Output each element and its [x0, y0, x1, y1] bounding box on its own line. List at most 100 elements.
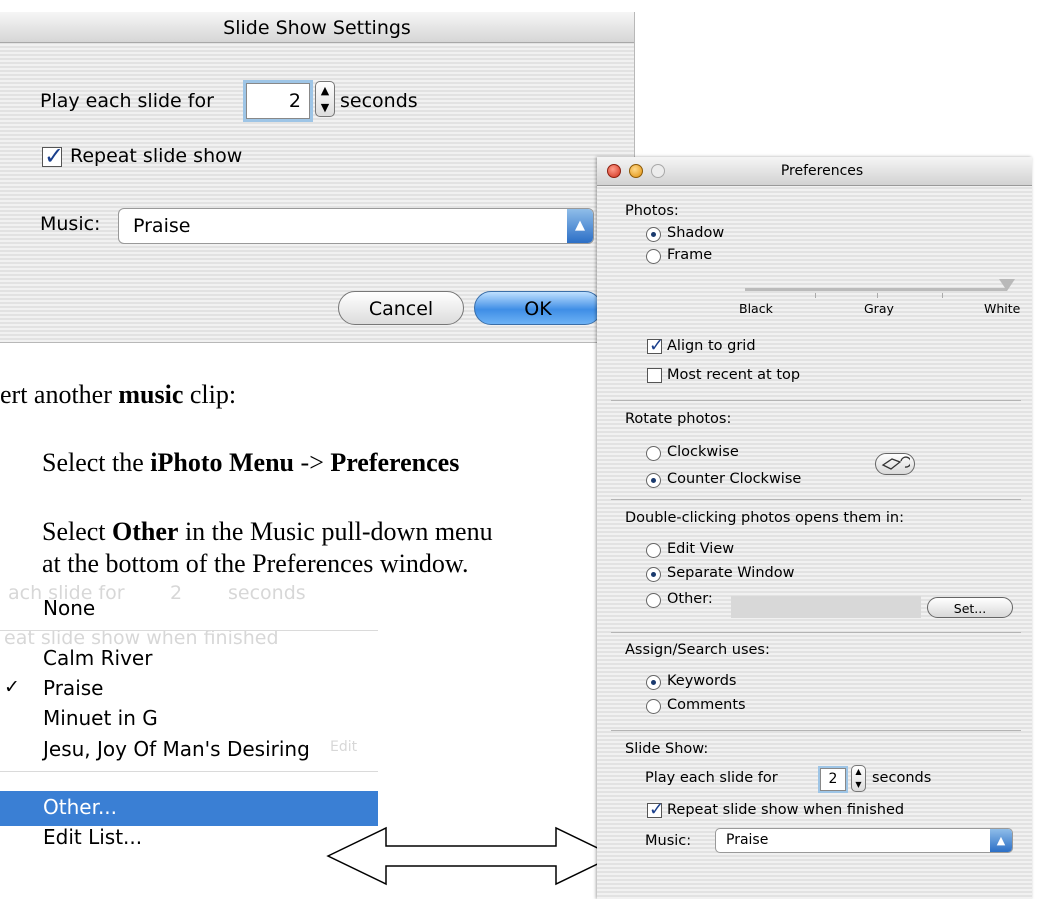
other-app-radio[interactable] — [646, 593, 661, 608]
music-popup-menu[interactable]: Praise ▲ — [118, 208, 594, 244]
frame-label: Frame — [667, 247, 713, 263]
prefs-music-popup-value: Praise — [726, 832, 769, 848]
prefs-repeat-checkbox[interactable]: ✓ — [647, 799, 664, 820]
menu-item-minuet[interactable]: Minuet in G — [43, 706, 158, 730]
menu-divider — [0, 630, 378, 631]
slider-label-gray: Gray — [864, 301, 894, 316]
menu-item-calm-river[interactable]: Calm River — [43, 646, 152, 670]
shadow-label: Shadow — [667, 225, 725, 241]
clockwise-radio[interactable] — [646, 446, 661, 461]
step-2-line-2: at the bottom of the Preferences window. — [42, 549, 469, 578]
repeat-slideshow-checkbox[interactable]: ✓ — [42, 142, 64, 170]
assign-search-section-label: Assign/Search uses: — [625, 642, 770, 658]
counter-clockwise-label: Counter Clockwise — [667, 471, 802, 487]
step-1-bold: Preferences — [330, 448, 460, 477]
most-recent-checkbox[interactable] — [647, 368, 662, 383]
ghost-edit: Edit — [330, 739, 358, 755]
prefs-play-label: Play each slide for — [645, 770, 778, 786]
checkmark-icon: ✓ — [4, 676, 20, 698]
popup-arrows-icon: ▲ — [990, 829, 1012, 852]
double-click-section-label: Double-clicking photos opens them in: — [625, 510, 905, 526]
keywords-label: Keywords — [667, 673, 737, 689]
separate-window-radio[interactable] — [646, 567, 661, 582]
edit-view-radio[interactable] — [646, 543, 661, 558]
music-menu-screenshot: ach slide for 2 seconds eat slide show w… — [0, 580, 378, 899]
menu-item-edit-list[interactable]: Edit List... — [43, 825, 142, 849]
ghost-seconds: seconds — [228, 582, 306, 604]
frame-color-slider-thumb[interactable] — [999, 279, 1015, 291]
prefs-music-popup-menu[interactable]: Praise ▲ — [715, 828, 1013, 853]
instruction-text: ert another — [0, 380, 119, 409]
music-popup-value: Praise — [133, 215, 191, 237]
checkmark-icon: ✓ — [44, 142, 65, 170]
stepper-up-icon[interactable]: ▲ — [316, 85, 334, 96]
slider-tick — [942, 293, 943, 298]
align-to-grid-label: Align to grid — [667, 338, 756, 354]
prefs-seconds-label: seconds — [872, 770, 932, 786]
step-2-line-1: Select Other in the Music pull-down menu — [42, 517, 493, 547]
menu-item-none[interactable]: None — [43, 596, 95, 620]
comments-radio[interactable] — [646, 699, 661, 714]
play-duration-label: Play each slide for — [40, 90, 214, 112]
shadow-radio[interactable] — [646, 227, 661, 242]
section-divider — [611, 632, 1021, 633]
keywords-radio[interactable] — [646, 675, 661, 690]
other-app-path-field — [731, 596, 921, 618]
play-duration-input[interactable]: 2 — [246, 83, 310, 119]
clockwise-label: Clockwise — [667, 444, 739, 460]
sheet-title: Slide Show Settings — [223, 17, 411, 39]
set-button[interactable]: Set... — [927, 597, 1013, 618]
step-2-text: Select — [42, 517, 113, 546]
menu-divider — [0, 771, 378, 772]
rotate-preview-button[interactable] — [875, 453, 915, 475]
stepper-down-icon[interactable]: ▼ — [316, 102, 334, 113]
checkmark-icon: ✓ — [649, 335, 665, 356]
frame-radio[interactable] — [646, 249, 661, 264]
slider-label-white: White — [984, 301, 1021, 316]
step-2-bold: Other — [112, 517, 179, 546]
counter-clockwise-radio[interactable] — [646, 473, 661, 488]
slider-tick — [815, 293, 816, 298]
other-app-label: Other: — [667, 591, 713, 607]
slideshow-section-label: Slide Show: — [625, 741, 709, 757]
edit-view-label: Edit View — [667, 541, 735, 557]
frame-color-slider-track[interactable] — [745, 288, 1007, 291]
menu-item-other[interactable]: Other... — [43, 795, 117, 819]
popup-arrows-icon: ▲ — [567, 209, 593, 243]
prefs-repeat-label: Repeat slide show when finished — [667, 802, 905, 818]
preferences-titlebar: Preferences — [597, 157, 1032, 186]
section-divider — [611, 499, 1021, 500]
ghost-play-value: 2 — [170, 582, 183, 604]
stepper-down-icon[interactable]: ▼ — [852, 781, 865, 789]
sheet-titlebar: Slide Show Settings — [0, 12, 634, 43]
section-divider — [611, 400, 1021, 401]
instruction-text: clip: — [183, 380, 237, 409]
step-1: Select the iPhoto Menu -> Preferences — [42, 448, 459, 478]
preferences-window: Preferences Photos: Shadow Frame Black G… — [597, 157, 1032, 899]
most-recent-label: Most recent at top — [667, 367, 801, 383]
slider-tick — [877, 293, 878, 298]
checkmark-icon: ✓ — [649, 799, 665, 820]
prefs-play-duration-input[interactable]: 2 — [820, 768, 846, 791]
cancel-button[interactable]: Cancel — [338, 291, 464, 325]
prefs-play-stepper[interactable]: ▲ ▼ — [851, 765, 866, 792]
stepper-up-icon[interactable]: ▲ — [852, 768, 865, 776]
play-duration-stepper[interactable]: ▲ ▼ — [315, 81, 335, 117]
repeat-slideshow-label: Repeat slide show — [70, 145, 243, 167]
step-1-text: Select the — [42, 448, 151, 477]
step-2-text: in the Music pull-down menu — [178, 517, 493, 546]
comments-label: Comments — [667, 697, 746, 713]
rotate-photo-icon — [881, 456, 912, 470]
align-to-grid-checkbox[interactable]: ✓ — [647, 335, 664, 356]
seconds-label: seconds — [340, 90, 418, 112]
step-1-bold: iPhoto Menu — [150, 448, 295, 477]
menu-item-jesu[interactable]: Jesu, Joy Of Man's Desiring — [43, 737, 310, 761]
separate-window-label: Separate Window — [667, 565, 795, 581]
slide-show-settings-sheet: Slide Show Settings Play each slide for … — [0, 12, 635, 343]
menu-item-praise[interactable]: Praise — [43, 676, 103, 700]
section-divider — [611, 730, 1021, 731]
instruction-bold: music — [118, 380, 184, 409]
ok-button[interactable]: OK — [474, 291, 602, 325]
instruction-line: ert another music clip: — [0, 380, 236, 410]
step-1-text: -> — [294, 448, 331, 477]
